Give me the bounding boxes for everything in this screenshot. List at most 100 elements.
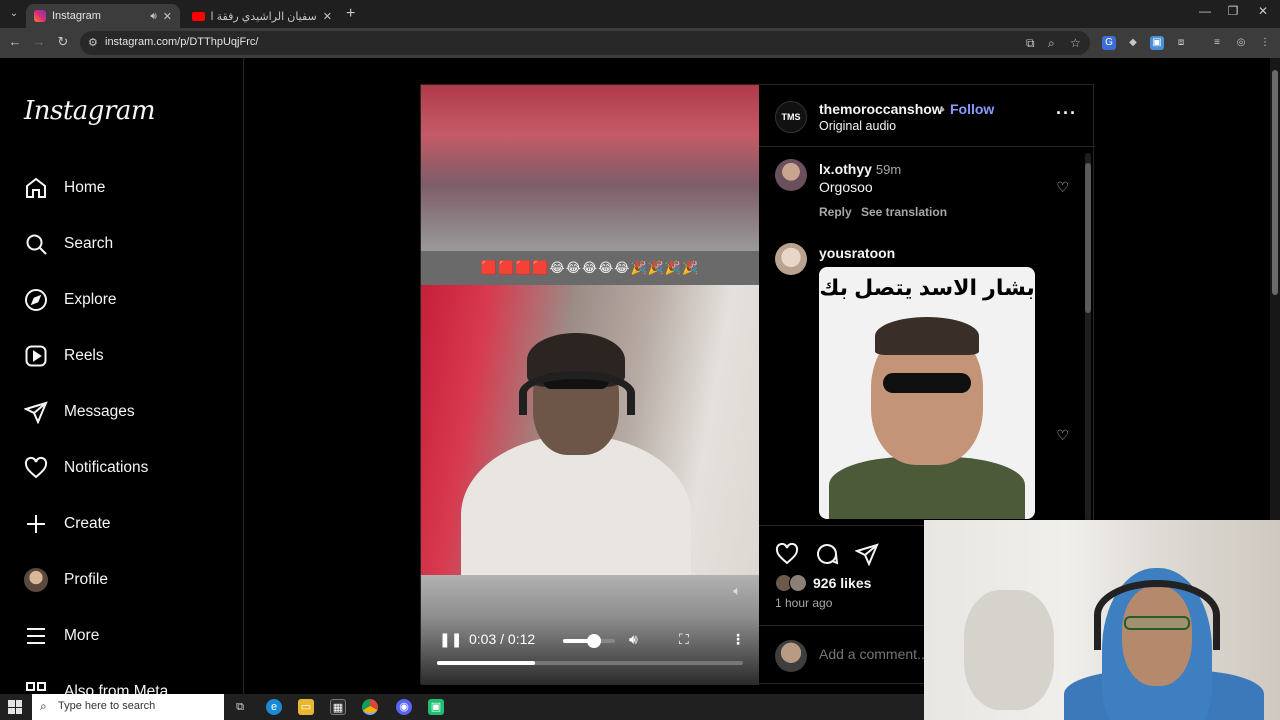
comments-scrollbar[interactable] bbox=[1085, 153, 1091, 521]
media-control-icon[interactable]: ≡ bbox=[1210, 36, 1224, 50]
video-frame bbox=[421, 285, 759, 595]
sidebar-item-messages[interactable]: Messages bbox=[24, 397, 135, 427]
tab-youtube[interactable]: سفيان الراشيدي رفقة الناخ... | ✕ bbox=[184, 4, 340, 28]
store-icon[interactable]: ▦ bbox=[330, 699, 346, 715]
site-info-icon[interactable]: ⚙ bbox=[88, 36, 98, 49]
fullscreen-icon[interactable]: ⛶ bbox=[679, 631, 689, 648]
chrome-icon[interactable] bbox=[362, 699, 378, 715]
follow-button[interactable]: Follow bbox=[950, 101, 994, 117]
reload-button[interactable]: ↻ bbox=[54, 34, 72, 50]
youtube-icon bbox=[192, 11, 205, 21]
sidebar-item-reels[interactable]: Reels bbox=[24, 341, 104, 371]
more-options-icon[interactable]: ··· bbox=[1056, 103, 1077, 124]
comment-icon[interactable] bbox=[815, 542, 839, 566]
windows-start-icon[interactable] bbox=[8, 700, 22, 714]
video-controls: ❚❚ 0:03 / 0:12 🔊︎ ⛶ ⋮ bbox=[421, 625, 759, 655]
share-icon[interactable] bbox=[855, 542, 879, 566]
post-header: TMS themoroccanshow • Follow Original au… bbox=[759, 85, 1095, 147]
post-username[interactable]: themoroccanshow bbox=[819, 101, 943, 117]
restore-button[interactable]: ❐ bbox=[1218, 4, 1248, 18]
scroll-thumb[interactable] bbox=[1272, 70, 1278, 295]
sidebar-item-search[interactable]: Search bbox=[24, 229, 113, 259]
extension-icon[interactable]: ◆ bbox=[1126, 36, 1140, 50]
video-progress-bar[interactable] bbox=[437, 661, 743, 665]
translate-extension-icon[interactable]: G bbox=[1102, 36, 1116, 50]
tab-search-button[interactable]: ⌄ bbox=[6, 6, 22, 22]
extensions-puzzle-icon[interactable]: ⧈ bbox=[1174, 36, 1188, 50]
chrome-menu-icon[interactable]: ⋮ bbox=[1258, 36, 1272, 50]
meme-uniform bbox=[829, 457, 1025, 519]
forward-button[interactable]: → bbox=[30, 34, 48, 49]
comment-username[interactable]: yousratoon bbox=[819, 245, 895, 261]
sidebar-item-explore[interactable]: Explore bbox=[24, 285, 117, 315]
address-bar[interactable]: ⚙ instagram.com/p/DTThpUqjFrc/ ⧉ ⌕ ☆ bbox=[80, 31, 1090, 55]
bookmark-star-icon[interactable]: ☆ bbox=[1070, 36, 1081, 50]
search-icon: ⌕ bbox=[40, 699, 47, 713]
volume-slider[interactable] bbox=[563, 634, 615, 648]
zoom-icon[interactable]: ⌕ bbox=[1048, 36, 1055, 51]
browser-tab-bar: ⌄ Instagram 🔊︎ ✕ سفيان الراشيدي رفقة الن… bbox=[0, 0, 1280, 28]
sidebar-item-label: Home bbox=[64, 179, 106, 196]
taskbar-search-box[interactable]: ⌕ Type here to search bbox=[32, 694, 224, 720]
comment-username[interactable]: lx.othyy 59m bbox=[819, 161, 901, 177]
progress-fill bbox=[437, 661, 535, 665]
sidebar-item-notifications[interactable]: Notifications bbox=[24, 453, 148, 483]
comment-text: Orgosoo bbox=[819, 179, 873, 195]
sidebar: Instagram Home Search Explore Reels Mess… bbox=[0, 58, 244, 700]
pause-icon[interactable]: ❚❚ bbox=[439, 631, 462, 648]
like-comment-heart-icon[interactable]: ♡ bbox=[1056, 427, 1069, 444]
file-explorer-icon[interactable]: ▭ bbox=[298, 699, 314, 715]
sidebar-item-home[interactable]: Home bbox=[24, 173, 105, 203]
see-translation-button[interactable]: See translation bbox=[861, 205, 947, 219]
windows-taskbar: ⌕ Type here to search ⧉ e ▭ ▦ ◉ ▣ bbox=[0, 694, 924, 720]
avatar[interactable] bbox=[775, 243, 807, 275]
close-window-button[interactable]: ✕ bbox=[1248, 4, 1278, 18]
sidebar-item-profile[interactable]: Profile bbox=[24, 565, 108, 595]
minimize-button[interactable]: — bbox=[1190, 4, 1220, 18]
edge-icon[interactable]: e bbox=[266, 699, 282, 715]
task-view-icon[interactable]: ⧉ bbox=[232, 699, 248, 715]
post-timestamp: 1 hour ago bbox=[775, 596, 833, 610]
more-options-icon[interactable]: ⋮ bbox=[731, 631, 745, 648]
likes-count[interactable]: 926 likes bbox=[813, 575, 871, 591]
comment-time: 59m bbox=[875, 162, 902, 177]
send-icon bbox=[24, 401, 48, 424]
reply-button[interactable]: Reply bbox=[819, 205, 852, 219]
avatar[interactable]: TMS bbox=[775, 101, 807, 133]
instagram-logo[interactable]: Instagram bbox=[24, 96, 156, 126]
instagram-icon bbox=[34, 10, 46, 22]
comment-meme-image: بشار الاسد يتصل بك bbox=[819, 267, 1035, 519]
comment-username-text[interactable]: lx.othyy bbox=[819, 161, 872, 177]
video-player[interactable]: 🟥🟥🟥🟥😂😂😂😂😂🎉🎉🎉🎉 🔈︎ ❚❚ 0:03 / 0:12 🔊︎ ⛶ ⋮ bbox=[421, 85, 759, 685]
audio-label[interactable]: Original audio bbox=[819, 119, 896, 133]
webcam-overlay bbox=[924, 520, 1280, 720]
profile-icon[interactable]: ◎ bbox=[1234, 36, 1248, 50]
like-heart-icon[interactable] bbox=[775, 542, 799, 566]
taskbar-search-placeholder: Type here to search bbox=[58, 700, 156, 712]
tab-title: Instagram bbox=[52, 10, 101, 22]
volume-icon[interactable]: 🔊︎ bbox=[629, 631, 638, 648]
tab-instagram[interactable]: Instagram 🔊︎ ✕ bbox=[26, 4, 180, 28]
emoji-caption: 🟥🟥🟥🟥😂😂😂😂😂🎉🎉🎉🎉 bbox=[421, 251, 759, 285]
compass-icon bbox=[25, 289, 47, 311]
speaker-icon[interactable]: 🔊︎ bbox=[150, 11, 156, 22]
close-tab-icon[interactable]: ✕ bbox=[163, 10, 172, 23]
new-tab-button[interactable]: + bbox=[346, 5, 355, 23]
search-icon bbox=[26, 234, 47, 255]
sidebar-item-create[interactable]: Create bbox=[24, 509, 111, 539]
menu-icon bbox=[27, 628, 45, 644]
discord-icon[interactable]: ◉ bbox=[396, 699, 412, 715]
close-tab-icon[interactable]: ✕ bbox=[323, 10, 332, 23]
volume-knob[interactable] bbox=[587, 634, 602, 648]
avatar[interactable] bbox=[775, 159, 807, 191]
scroll-thumb[interactable] bbox=[1085, 163, 1091, 313]
sidebar-item-more[interactable]: More bbox=[24, 621, 99, 651]
install-icon[interactable]: ⧉ bbox=[1026, 36, 1035, 51]
back-button[interactable]: ← bbox=[6, 34, 24, 49]
like-comment-heart-icon[interactable]: ♡ bbox=[1056, 179, 1069, 196]
browser-toolbar: ← → ↻ ⚙ instagram.com/p/DTThpUqjFrc/ ⧉ ⌕… bbox=[0, 28, 1280, 58]
extension-icon[interactable]: ▣ bbox=[1150, 36, 1164, 50]
app-icon[interactable]: ▣ bbox=[428, 699, 444, 715]
wall-shadow bbox=[964, 590, 1054, 710]
audio-indicator-icon[interactable]: 🔈︎ bbox=[733, 583, 741, 599]
